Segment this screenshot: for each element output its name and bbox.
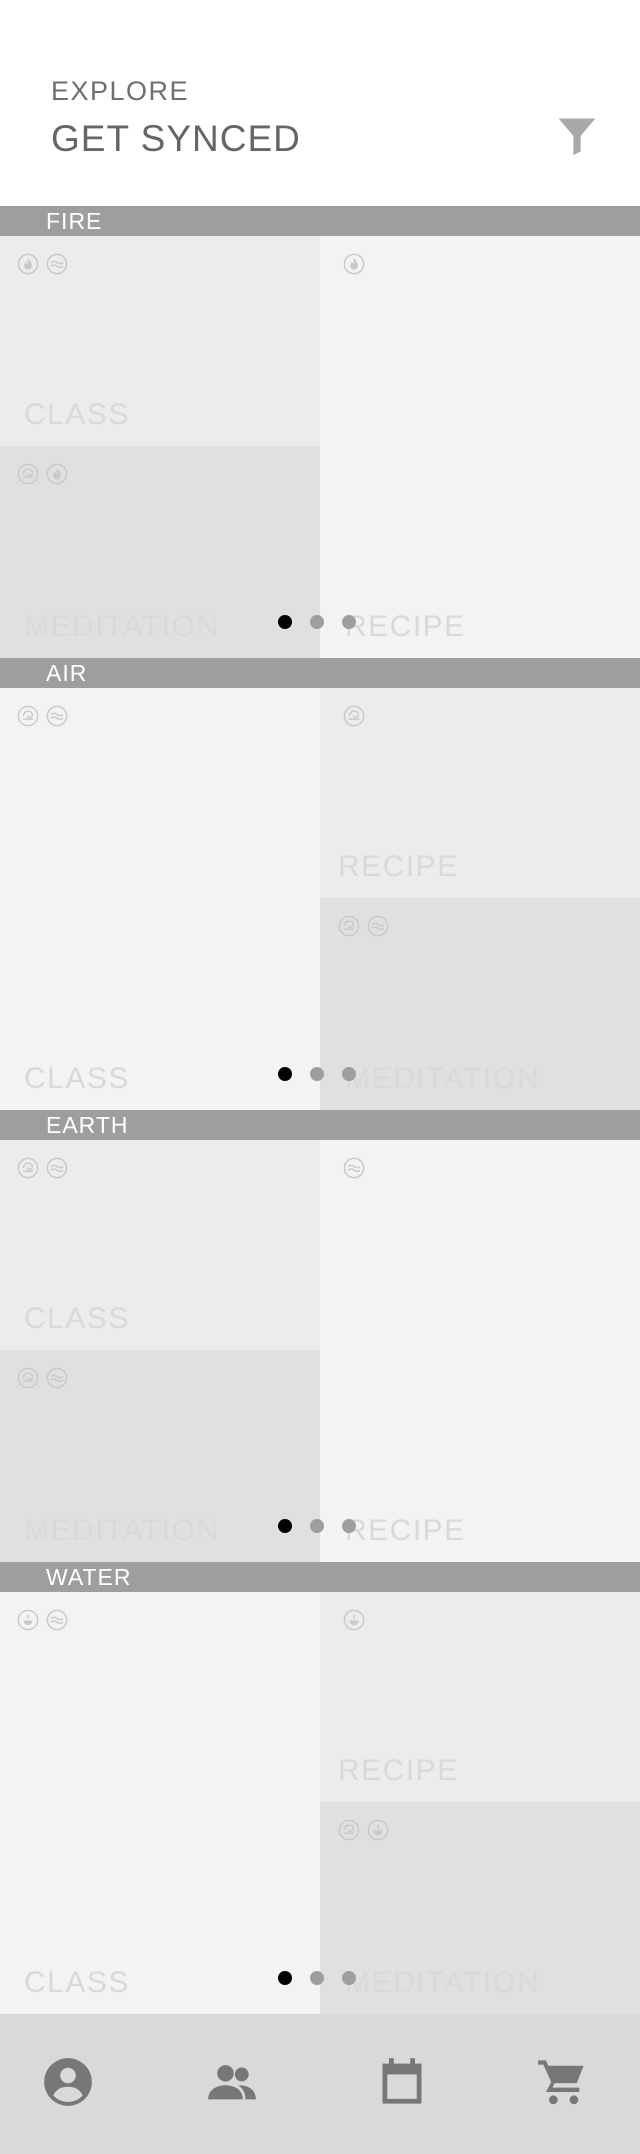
air-icon [17,463,39,485]
fire-icon [343,253,365,275]
section-header: AIR [0,658,640,688]
page-eyebrow: EXPLORE [51,76,190,106]
content-tile[interactable]: MEDITATION [320,1802,640,2014]
water-icon [46,253,68,275]
element-icons [343,1609,365,1631]
section-header: EARTH [0,1110,640,1140]
tile-label: MEDITATION [24,610,220,643]
cart-icon[interactable] [536,2056,588,2108]
section-title: AIR [46,660,88,686]
tile-label: MEDITATION [345,1062,541,1095]
tile-label: CLASS [24,1966,130,1999]
tile-label: CLASS [24,1302,130,1335]
section-title: WATER [46,1564,132,1590]
content-tile[interactable]: RECIPE [320,236,640,658]
tile-label: RECIPE [345,1514,466,1547]
section-water: WATER CLASS RECIPE MEDITATION [0,1562,640,2014]
water-icon [343,1157,365,1179]
tile-label: RECIPE [338,1754,459,1787]
element-icons [17,1157,68,1179]
filter-funnel-icon[interactable] [555,112,599,158]
tile-label: RECIPE [345,610,466,643]
air-icon [343,705,365,727]
page-title: GET SYNCED [51,118,301,159]
earth-icon [343,1609,365,1631]
page-dot[interactable] [310,1519,324,1533]
page-dot[interactable] [342,1067,356,1081]
content-tile[interactable]: RECIPE [320,688,640,898]
earth-icon [367,1819,389,1841]
bottom-tab-bar [0,2014,640,2154]
section-earth: EARTH CLASS MEDITATION RECIPE [0,1110,640,1562]
section-header: WATER [0,1562,640,1592]
page-dot[interactable] [342,615,356,629]
community-icon[interactable] [206,2056,258,2108]
water-icon [46,1367,68,1389]
element-icons [17,1367,68,1389]
air-icon [338,915,360,937]
air-icon [338,1819,360,1841]
water-icon [46,705,68,727]
page-dot[interactable] [310,1971,324,1985]
section-title: FIRE [46,208,103,234]
tile-label: CLASS [24,398,130,431]
page-indicator [278,1519,356,1533]
tile-label: MEDITATION [24,1514,220,1547]
air-icon [17,705,39,727]
element-icons [17,705,68,727]
content-tile[interactable]: MEDITATION [0,446,320,658]
tile-label: MEDITATION [345,1966,541,1999]
earth-icon [17,1609,39,1631]
page-indicator [278,1971,356,1985]
content-tile[interactable]: CLASS [0,236,320,446]
header: EXPLORE GET SYNCED [0,0,640,206]
page-dot[interactable] [342,1971,356,1985]
element-icons [343,253,365,275]
section-title: EARTH [46,1112,129,1138]
air-icon [17,1157,39,1179]
page-dot[interactable] [342,1519,356,1533]
fire-icon [46,463,68,485]
page-indicator [278,1067,356,1081]
element-icons [338,915,389,937]
water-icon [46,1609,68,1631]
element-icons [343,1157,365,1179]
page-dot[interactable] [310,615,324,629]
element-icons [343,705,365,727]
tile-label: RECIPE [338,850,459,883]
content-tile[interactable]: MEDITATION [0,1350,320,1562]
content-tile[interactable]: RECIPE [320,1592,640,1802]
air-icon [17,1367,39,1389]
content-tile[interactable]: MEDITATION [320,898,640,1110]
content-tile[interactable]: CLASS [0,1140,320,1350]
content-tile[interactable]: CLASS [0,1592,320,2014]
section-header: FIRE [0,206,640,236]
element-icons [17,463,68,485]
profile-icon[interactable] [42,2056,94,2108]
page-dot[interactable] [310,1067,324,1081]
water-icon [367,915,389,937]
page-dot-active[interactable] [278,1971,292,1985]
calendar-icon[interactable] [376,2056,428,2108]
tile-label: CLASS [24,1062,130,1095]
element-icons [17,1609,68,1631]
element-icons [17,253,68,275]
content-tile[interactable]: RECIPE [320,1140,640,1562]
element-icons [338,1819,389,1841]
content-tile[interactable]: CLASS [0,688,320,1110]
fire-icon [17,253,39,275]
page-indicator [278,615,356,629]
page-dot-active[interactable] [278,615,292,629]
section-air: AIR CLASS RECIPE MEDITATION [0,658,640,1110]
page-dot-active[interactable] [278,1519,292,1533]
page-dot-active[interactable] [278,1067,292,1081]
water-icon [46,1157,68,1179]
section-fire: FIRE CLASS MEDITATION RECIPE [0,206,640,658]
